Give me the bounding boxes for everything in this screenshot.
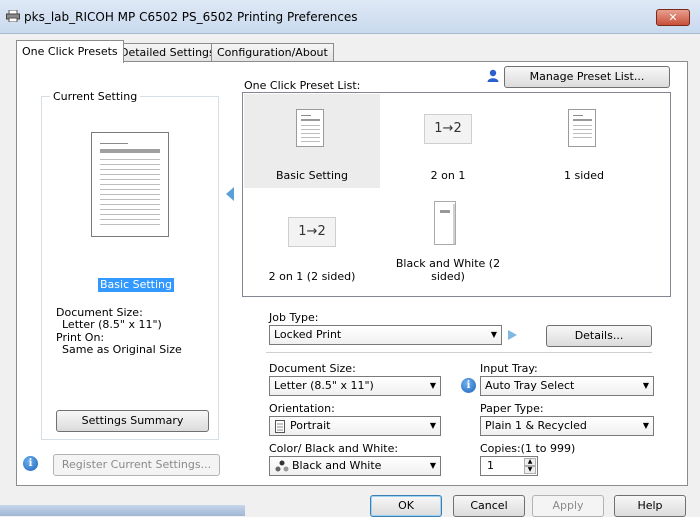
paper-type-label: Paper Type:	[480, 402, 544, 415]
tab-one-click-presets[interactable]: One Click Presets	[16, 40, 124, 63]
color-select[interactable]: Black and White ▼	[269, 456, 441, 476]
register-current-settings-button[interactable]: Register Current Settings...	[53, 454, 220, 476]
settings-summary-button[interactable]: Settings Summary	[56, 410, 209, 432]
current-preset-name: Basic Setting	[98, 278, 175, 292]
copies-label: Copies:(1 to 999)	[480, 442, 576, 455]
chevron-down-icon: ▼	[429, 421, 436, 430]
copies-stepper[interactable]: 1 ▲ ▼	[480, 456, 538, 476]
preset-label: Black and White (2 sided)	[395, 257, 501, 283]
chevron-down-icon: ▼	[429, 461, 436, 470]
spin-down-icon[interactable]: ▼	[524, 466, 536, 474]
document-icon	[296, 109, 324, 147]
info-icon: i	[461, 378, 476, 393]
title-bar: pks_lab_RICOH MP C6502 PS_6502 Printing …	[0, 0, 700, 34]
document-icon	[568, 109, 596, 147]
two-on-one-duplex-icon: 1→2	[288, 217, 336, 247]
job-type-value: Locked Print	[274, 328, 342, 341]
portrait-icon	[275, 420, 285, 433]
document-size-select[interactable]: Letter (8.5" x 11") ▼	[269, 376, 441, 396]
input-tray-label: Input Tray:	[480, 362, 538, 375]
separator	[266, 352, 652, 353]
preset-label: 2 on 1	[430, 169, 466, 182]
tab-configuration-about[interactable]: Configuration/About	[211, 43, 334, 62]
paper-type-value: Plain 1 & Recycled	[485, 419, 587, 432]
duplex-document-icon	[434, 201, 456, 245]
job-type-select[interactable]: Locked Print ▼	[269, 325, 502, 345]
help-button[interactable]: Help	[614, 495, 686, 517]
preset-1-sided[interactable]: 1 sided	[516, 94, 652, 188]
preset-label: Basic Setting	[275, 169, 348, 182]
preset-2-on-1-2-sided[interactable]: 1→2 2 on 1 (2 sided)	[244, 195, 380, 289]
preset-list-label: One Click Preset List:	[244, 79, 361, 92]
details-button[interactable]: Details...	[546, 325, 652, 347]
user-icon	[487, 69, 499, 82]
preset-label: 2 on 1 (2 sided)	[268, 270, 356, 283]
document-size-label: Document Size:	[269, 362, 356, 375]
document-preview-icon	[91, 132, 169, 237]
preset-basic-setting[interactable]: Basic Setting	[244, 94, 380, 188]
paper-type-select[interactable]: Plain 1 & Recycled ▼	[480, 416, 654, 436]
doc-size-value: Letter (8.5" x 11")	[62, 318, 162, 331]
job-type-label: Job Type:	[269, 311, 319, 324]
orientation-select[interactable]: Portrait ▼	[269, 416, 441, 436]
tab-detailed-settings[interactable]: Detailed Settings	[114, 43, 221, 62]
ok-button[interactable]: OK	[370, 495, 442, 517]
cancel-button[interactable]: Cancel	[453, 495, 525, 517]
preset-black-and-white-2-sided[interactable]: Black and White (2 sided)	[380, 195, 516, 289]
chevron-down-icon: ▼	[642, 421, 649, 430]
orientation-label: Orientation:	[269, 402, 335, 415]
close-button[interactable]: ✕	[656, 9, 690, 26]
manage-preset-list-button[interactable]: Manage Preset List...	[504, 66, 670, 88]
copies-value: 1	[487, 459, 494, 472]
orientation-value: Portrait	[290, 419, 331, 432]
spin-up-icon[interactable]: ▲	[524, 458, 536, 466]
collapse-arrow-icon[interactable]	[226, 187, 234, 201]
print-on-value: Same as Original Size	[62, 343, 182, 356]
preset-list: Basic Setting 1→2 2 on 1 1 sided 1→2 2 o…	[242, 92, 671, 297]
chevron-down-icon: ▼	[429, 381, 436, 390]
color-label: Color/ Black and White:	[269, 442, 399, 455]
apply-button[interactable]: Apply	[532, 495, 604, 517]
chevron-down-icon: ▼	[642, 381, 649, 390]
printer-icon	[6, 10, 20, 22]
chevron-down-icon: ▼	[490, 330, 497, 339]
input-tray-select[interactable]: Auto Tray Select ▼	[480, 376, 654, 396]
two-on-one-icon: 1→2	[424, 114, 472, 144]
input-tray-value: Auto Tray Select	[485, 379, 575, 392]
preset-label: 1 sided	[563, 169, 604, 182]
black-white-dots-icon	[275, 460, 289, 472]
preset-2-on-1[interactable]: 1→2 2 on 1	[380, 94, 516, 188]
current-setting-label: Current Setting	[50, 90, 141, 103]
play-arrow-icon	[508, 330, 517, 340]
status-strip	[0, 505, 245, 516]
color-value: Black and White	[292, 459, 382, 472]
document-size-value: Letter (8.5" x 11")	[274, 379, 374, 392]
info-icon: i	[23, 456, 38, 471]
window-title: pks_lab_RICOH MP C6502 PS_6502 Printing …	[24, 10, 358, 24]
